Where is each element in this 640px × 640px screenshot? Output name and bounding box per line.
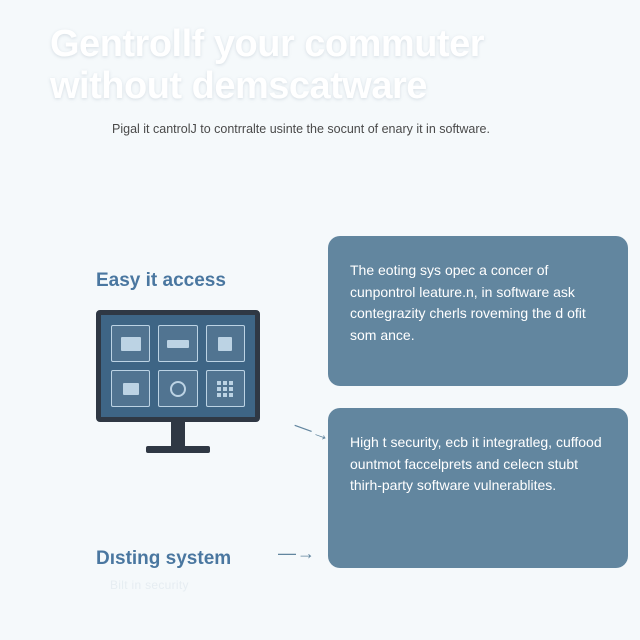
app-tile-icon (158, 370, 197, 407)
arrow-icon: — → (278, 543, 313, 564)
monitor-stand-base (146, 446, 210, 453)
monitor-stand-neck (171, 422, 185, 446)
feature-card-2: High t security, ecb it integratleg, cuf… (328, 408, 628, 568)
heading-disting-system: Dısting system (96, 548, 231, 570)
content-area: Easy it access Dısting system Bilt in se… (0, 270, 640, 640)
app-tile-icon (111, 370, 150, 407)
monitor-illustration (96, 310, 260, 453)
cards-column: The eoting sys opec a concer of cunpontr… (328, 236, 628, 590)
heading-easy-access: Easy it access (96, 270, 296, 292)
card-2-text: High t security, ecb it integratleg, cuf… (350, 434, 602, 493)
monitor-screen (96, 310, 260, 422)
feature-card-1: The eoting sys opec a concer of cunpontr… (328, 236, 628, 386)
arrow-icon: — → (291, 415, 331, 447)
hero-title: Gentrollf your commuter without demscatw… (50, 24, 590, 108)
hero-section: Gentrollf your commuter without demscatw… (0, 0, 640, 136)
app-tile-icon (206, 370, 245, 407)
ghost-subheading: Bilt in security (110, 578, 189, 592)
app-tile-icon (158, 325, 197, 362)
hero-title-line2: without demscatware (50, 65, 427, 107)
hero-title-line1: Gentrollf your commuter (50, 23, 484, 65)
left-column: Easy it access (96, 270, 296, 453)
hero-subtitle: Pigal it cantrolJ to contrralte usinte t… (50, 122, 590, 136)
card-1-text: The eoting sys opec a concer of cunpontr… (350, 262, 586, 343)
app-tile-icon (206, 325, 245, 362)
app-tile-icon (111, 325, 150, 362)
